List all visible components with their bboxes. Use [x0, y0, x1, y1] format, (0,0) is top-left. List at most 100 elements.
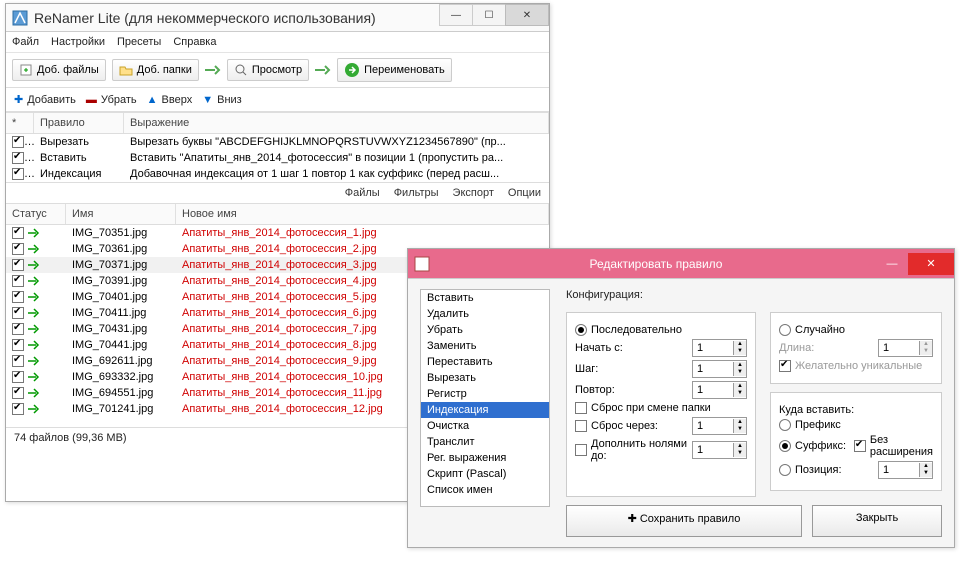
file-new-name: Апатиты_янв_2014_фотосессия_1.jpg	[176, 225, 549, 241]
menu-presets[interactable]: Пресеты	[117, 36, 161, 48]
rule-type-item[interactable]: Скрипт (Pascal)	[421, 466, 549, 482]
close-button[interactable]: ✕	[505, 4, 549, 26]
file-name: IMG_694551.jpg	[66, 385, 176, 401]
filters-tab[interactable]: Фильтры	[394, 187, 439, 199]
rule-type-item[interactable]: Удалить	[421, 306, 549, 322]
rule-type-item[interactable]: Вставить	[421, 290, 549, 306]
files-col-new[interactable]: Новое имя	[176, 204, 549, 224]
suffix-label: Суффикс:	[795, 440, 851, 452]
add-folders-button[interactable]: Доб. папки	[112, 59, 199, 81]
options-tab[interactable]: Опции	[508, 187, 541, 199]
file-checkbox[interactable]	[12, 307, 24, 319]
repeat-spinner[interactable]: ▲▼	[692, 381, 747, 399]
rule-type-item[interactable]: Транслит	[421, 434, 549, 450]
rule-type-item[interactable]: Переставить	[421, 354, 549, 370]
menu-file[interactable]: Файл	[12, 36, 39, 48]
sequential-radio[interactable]	[575, 324, 587, 336]
rule-checkbox[interactable]	[12, 136, 24, 148]
random-radio[interactable]	[779, 324, 791, 336]
unique-checkbox[interactable]	[779, 360, 791, 372]
file-name: IMG_693332.jpg	[66, 369, 176, 385]
reset-every-checkbox[interactable]	[575, 420, 587, 432]
minimize-button[interactable]: —	[439, 4, 473, 26]
file-name: IMG_70411.jpg	[66, 305, 176, 321]
rule-checkbox[interactable]	[12, 152, 24, 164]
rule-row[interactable]: 2ВставитьВставить "Апатиты_янв_2014_фото…	[6, 150, 549, 166]
file-checkbox[interactable]	[12, 259, 24, 271]
position-spinner[interactable]: ▲▼	[878, 461, 933, 479]
arrow-icon	[28, 340, 40, 350]
add-folder-icon	[119, 63, 133, 77]
arrow-icon	[28, 404, 40, 414]
file-checkbox[interactable]	[12, 387, 24, 399]
preview-button[interactable]: Просмотр	[227, 59, 309, 81]
menu-help[interactable]: Справка	[173, 36, 216, 48]
close-dialog-button[interactable]: Закрыть	[812, 505, 942, 537]
maximize-button[interactable]: ☐	[472, 4, 506, 26]
suffix-radio[interactable]	[779, 440, 791, 452]
files-col-name[interactable]: Имя	[66, 204, 176, 224]
rule-type-item[interactable]: Убрать	[421, 322, 549, 338]
file-row[interactable]: IMG_70351.jpgАпатиты_янв_2014_фотосессия…	[6, 225, 549, 241]
rule-type-item[interactable]: Очистка	[421, 418, 549, 434]
rules-col-rule[interactable]: Правило	[34, 113, 124, 133]
arrow-icon	[205, 64, 221, 76]
rule-name: Индексация	[34, 166, 124, 182]
move-down-button[interactable]: ▼Вниз	[202, 94, 242, 106]
files-col-status[interactable]: Статус	[6, 204, 66, 224]
rule-row[interactable]: 3ИндексацияДобавочная индексация от 1 ша…	[6, 166, 549, 182]
skip-ext-checkbox[interactable]	[854, 440, 866, 452]
reset-spinner[interactable]: ▲▼	[692, 417, 747, 435]
sequence-group: Последовательно Начать с:▲▼ Шаг:▲▼ Повто…	[566, 312, 756, 496]
length-spinner[interactable]: ▲▼	[878, 339, 933, 357]
arrow-icon	[28, 260, 40, 270]
rules-table: * Правило Выражение 1ВырезатьВырезать бу…	[6, 112, 549, 182]
dialog-close-button[interactable]: ✕	[908, 253, 954, 275]
file-name: IMG_70441.jpg	[66, 337, 176, 353]
rule-type-item[interactable]: Регистр	[421, 386, 549, 402]
file-checkbox[interactable]	[12, 243, 24, 255]
pad-spinner[interactable]: ▲▼	[692, 441, 747, 459]
start-spinner[interactable]: ▲▼	[692, 339, 747, 357]
rule-type-item[interactable]: Список имен	[421, 482, 549, 498]
reset-folder-checkbox[interactable]	[575, 402, 587, 414]
add-file-icon	[19, 63, 33, 77]
file-checkbox[interactable]	[12, 355, 24, 367]
add-files-button[interactable]: Доб. файлы	[12, 59, 106, 81]
export-tab[interactable]: Экспорт	[453, 187, 494, 199]
rule-type-item[interactable]: Вырезать	[421, 370, 549, 386]
step-spinner[interactable]: ▲▼	[692, 360, 747, 378]
skip-ext-label: Без расширения	[870, 434, 933, 458]
add-rule-button[interactable]: ✚Добавить	[14, 93, 76, 106]
position-radio[interactable]	[779, 464, 791, 476]
file-checkbox[interactable]	[12, 371, 24, 383]
save-rule-button[interactable]: ✚ Сохранить правило	[566, 505, 802, 537]
rename-button[interactable]: Переименовать	[337, 58, 452, 82]
file-checkbox[interactable]	[12, 403, 24, 415]
file-checkbox[interactable]	[12, 227, 24, 239]
rule-type-item[interactable]: Индексация	[421, 402, 549, 418]
file-checkbox[interactable]	[12, 291, 24, 303]
window-title: ReNamer Lite (для некоммерческого исполь…	[34, 10, 440, 26]
arrow-icon	[28, 276, 40, 286]
start-label: Начать с:	[575, 342, 692, 354]
menu-settings[interactable]: Настройки	[51, 36, 105, 48]
pad-zeros-checkbox[interactable]	[575, 444, 587, 456]
move-up-button[interactable]: ▲Вверх	[147, 94, 193, 106]
files-tab[interactable]: Файлы	[345, 187, 380, 199]
rule-type-item[interactable]: Рег. выражения	[421, 450, 549, 466]
rule-name: Вырезать	[34, 134, 124, 150]
rules-col-num[interactable]: *	[6, 113, 34, 133]
rule-type-list[interactable]: ВставитьУдалитьУбратьЗаменитьПереставить…	[420, 289, 550, 507]
file-checkbox[interactable]	[12, 323, 24, 335]
file-checkbox[interactable]	[12, 339, 24, 351]
rules-col-expr[interactable]: Выражение	[124, 113, 549, 133]
dialog-minimize-button[interactable]: —	[875, 253, 909, 275]
prefix-label: Префикс	[795, 419, 933, 431]
file-checkbox[interactable]	[12, 275, 24, 287]
prefix-radio[interactable]	[779, 419, 791, 431]
remove-rule-button[interactable]: ▬Убрать	[86, 94, 137, 106]
rule-checkbox[interactable]	[12, 168, 24, 180]
rule-row[interactable]: 1ВырезатьВырезать буквы "ABCDEFGHIJKLMNO…	[6, 134, 549, 150]
rule-type-item[interactable]: Заменить	[421, 338, 549, 354]
